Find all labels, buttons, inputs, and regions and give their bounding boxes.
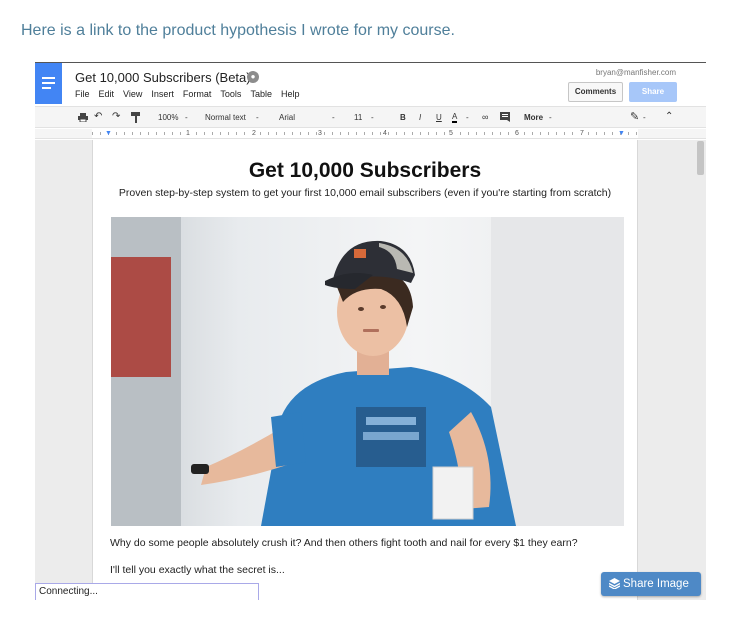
body-paragraph: I'll tell you exactly what the secret is… (110, 564, 285, 576)
right-indent-marker-icon[interactable]: ▼ (618, 129, 625, 138)
bold-button[interactable]: B (400, 113, 406, 122)
undo-icon[interactable]: ↶ (94, 111, 102, 122)
zoom-select[interactable]: 100% (158, 113, 178, 122)
speaker-illustration (111, 217, 624, 526)
style-dropdown-icon[interactable]: - (256, 113, 259, 122)
font-size-select[interactable]: 11 (354, 113, 362, 122)
redo-icon[interactable]: ↷ (112, 111, 120, 122)
menu-insert[interactable]: Insert (151, 89, 174, 99)
font-dropdown-icon[interactable]: - (332, 113, 335, 122)
menu-help[interactable]: Help (281, 89, 300, 99)
link-icon[interactable]: ∞ (482, 112, 488, 122)
share-image-label: Share Image (623, 578, 689, 590)
more-dropdown-icon[interactable]: - (549, 113, 552, 122)
text-color-button[interactable]: A (452, 113, 458, 123)
edit-mode-pencil-icon[interactable]: ✎ (630, 110, 639, 123)
share-image-button[interactable]: Share Image (601, 572, 701, 596)
layers-icon (609, 578, 620, 589)
collapse-menus-icon[interactable]: ⌃ (665, 111, 673, 122)
vertical-scrollbar[interactable] (697, 141, 704, 175)
ruler-number: 3 (317, 129, 323, 138)
ruler-number: 6 (514, 129, 520, 138)
left-indent-marker-icon[interactable]: ▼ (105, 129, 112, 138)
edit-mode-dropdown-icon[interactable]: - (643, 113, 646, 122)
underline-button[interactable]: U (436, 113, 442, 122)
ruler-number: 2 (251, 129, 257, 138)
speaker-photo[interactable] (111, 217, 624, 526)
menu-table[interactable]: Table (250, 89, 272, 99)
italic-button[interactable]: I (419, 113, 421, 122)
more-menu[interactable]: More (524, 113, 543, 122)
ruler-number: 1 (185, 129, 191, 138)
ruler-number: 4 (382, 129, 388, 138)
comment-icon[interactable] (500, 112, 510, 122)
page-subtitle: Proven step-by-step system to get your f… (118, 187, 612, 199)
font-select[interactable]: Arial (279, 113, 295, 122)
menu-file[interactable]: File (75, 89, 90, 99)
comments-button[interactable]: Comments (568, 82, 623, 102)
docs-screenshot: Get 10,000 Subscribers (Beta) ● File Edi… (35, 62, 706, 600)
ruler-number: 7 (579, 129, 585, 138)
formatting-toolbar: ↶ ↷ 100% - Normal text - Arial - 11 - B … (35, 106, 706, 128)
ruler[interactable]: ▼ 1 2 3 4 5 6 7 ▼ (35, 129, 706, 139)
document-canvas[interactable]: Get 10,000 Subscribers Proven step-by-st… (35, 140, 706, 600)
beta-info-icon[interactable]: ● (247, 71, 259, 83)
user-email[interactable]: bryan@manfisher.com (596, 68, 676, 77)
share-button[interactable]: Share (629, 82, 677, 102)
document-page[interactable]: Get 10,000 Subscribers Proven step-by-st… (92, 140, 638, 600)
zoom-dropdown-icon[interactable]: - (185, 113, 188, 122)
page-title: Get 10,000 Subscribers (248, 159, 482, 182)
menu-format[interactable]: Format (183, 89, 212, 99)
menu-view[interactable]: View (123, 89, 142, 99)
menu-bar: File Edit View Insert Format Tools Table… (75, 89, 299, 99)
print-icon[interactable] (78, 113, 88, 122)
intro-text: Here is a link to the product hypothesis… (21, 22, 455, 39)
body-paragraph: Why do some people absolutely crush it? … (110, 537, 578, 549)
connection-status: Connecting... (35, 583, 259, 600)
document-title[interactable]: Get 10,000 Subscribers (Beta) (75, 70, 251, 85)
ruler-number: 5 (448, 129, 454, 138)
paint-format-icon[interactable] (131, 112, 140, 123)
font-size-dropdown-icon[interactable]: - (371, 113, 374, 122)
menu-tools[interactable]: Tools (220, 89, 241, 99)
docs-logo-icon[interactable] (35, 63, 62, 104)
text-color-dropdown-icon[interactable]: - (466, 113, 469, 122)
style-select[interactable]: Normal text (205, 113, 246, 122)
menu-edit[interactable]: Edit (99, 89, 115, 99)
